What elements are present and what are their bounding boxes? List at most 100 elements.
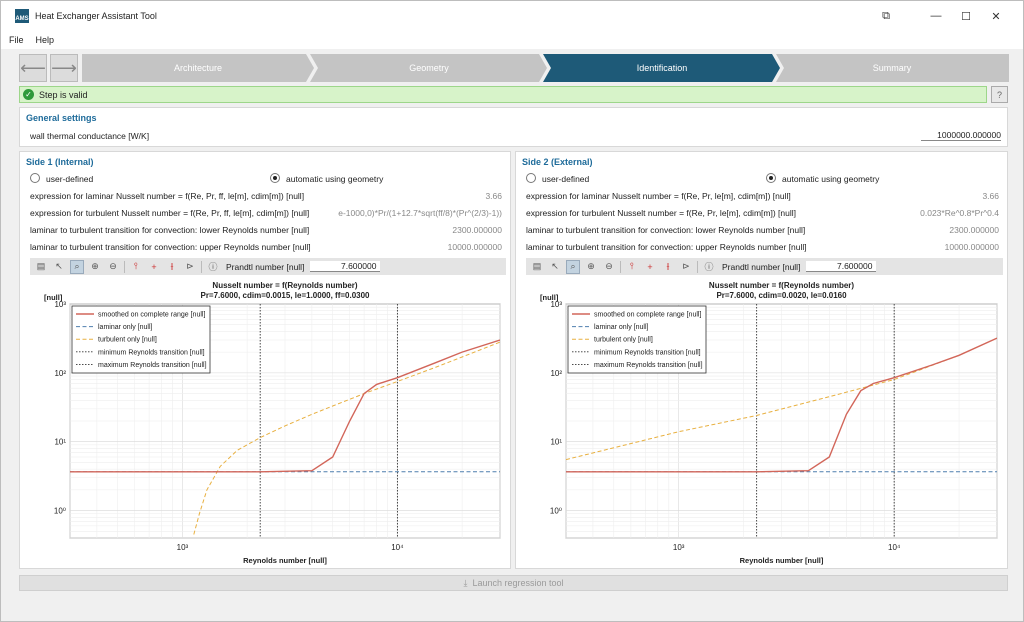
legend-entry: laminar only [null] [594,324,649,331]
side2-plot-toolbar: ▤ ↖ ⌕ ⊕ ⊖ ⫯ + ⫲ ⊳ ⓘ Prandtl number [null… [526,258,1003,275]
legend-entry: turbulent only [null] [98,337,157,344]
legend-entry: turbulent only [null] [594,337,653,344]
side1-turbulent-value[interactable]: e-1000,0)*Pr/(1+12.7*sqrt(ff/8)*(Pr^(2/3… [338,208,502,218]
y-tick-label: 10³ [550,300,562,309]
side2-radio-auto-label: automatic using geometry [782,174,880,184]
minimize-button[interactable]: — [919,1,953,31]
side1-radio-user-defined[interactable] [30,173,40,183]
side1-radio-user-label: user-defined [46,174,94,184]
side2-nusselt-chart[interactable]: Nusselt number = f(Reynolds number)Pr=7.… [526,278,1003,566]
side2-upper-re-label: laminar to turbulent transition for conv… [526,242,807,252]
y-tick-label: 10² [54,369,66,378]
side1-nusselt-chart[interactable]: Nusselt number = f(Reynolds number)Pr=7.… [30,278,506,566]
side2-turbulent-value[interactable]: 0.023*Re^0.8*Pr^0.4 [920,208,999,218]
side1-radio-auto-label: automatic using geometry [286,174,384,184]
y-tick-label: 10¹ [550,438,562,447]
zoom-out-icon[interactable]: ⊖ [602,260,616,274]
snap-icon[interactable]: ⧉ [869,1,903,31]
side2-upper-re-value[interactable]: 10000.000000 [945,242,999,252]
legend-entry: minimum Reynolds transition [null] [594,349,701,356]
chart-subtitle: Pr=7.6000, cdim=0.0015, le=1.0000, ff=0.… [200,291,370,300]
side1-laminar-value[interactable]: 3.66 [485,191,502,201]
side1-prandtl-field[interactable]: 7.600000 [310,261,381,272]
side1-radio-automatic[interactable] [270,173,280,183]
x-tick-label: 10⁴ [391,543,404,552]
wall-conductance-label: wall thermal conductance [W/K] [30,131,150,141]
vertical-marker-icon[interactable]: ⫯ [625,260,639,274]
marker-arrow-icon[interactable]: ⊳ [183,260,197,274]
side1-title: Side 1 (Internal) [26,157,94,167]
general-settings-panel: General settings wall thermal conductanc… [19,107,1008,147]
y-tick-label: 10¹ [54,438,66,447]
side1-plot-toolbar: ▤ ↖ ⌕ ⊕ ⊖ ⫯ + ⫲ ⊳ ⓘ Prandtl number [null… [30,258,506,275]
regression-tool-icon: ⤓ [463,577,468,588]
back-button[interactable]: ⟵ [19,54,47,82]
save-plot-icon[interactable]: ▤ [34,260,48,274]
chart-title: Nusselt number = f(Reynolds number) [709,281,854,290]
y-tick-label: 10⁰ [54,507,66,516]
close-button[interactable]: ✕ [979,1,1013,31]
save-plot-icon[interactable]: ▤ [530,260,544,274]
app-logo-icon: AMS [15,9,29,23]
double-marker-icon[interactable]: ⫲ [165,260,179,274]
zoom-in-icon[interactable]: ⊕ [88,260,102,274]
side2-radio-automatic[interactable] [766,173,776,183]
side2-turbulent-label: expression for turbulent Nusselt number … [526,208,796,218]
menu-help[interactable]: Help [36,35,55,45]
side2-panel: Side 2 (External) user-defined automatic… [515,151,1008,569]
step-geometry: Geometry [409,63,449,73]
launch-regression-button[interactable]: ⤓ Launch regression tool [19,575,1008,591]
zoom-in-icon[interactable]: ⊕ [584,260,598,274]
pointer-icon[interactable]: ↖ [52,260,66,274]
forward-button[interactable]: ⟶ [50,54,78,82]
side2-radio-user-defined[interactable] [526,173,536,183]
zoom-box-icon[interactable]: ⌕ [566,259,580,274]
side2-lower-re-label: laminar to turbulent transition for conv… [526,225,806,235]
zoom-box-icon[interactable]: ⌕ [70,259,84,274]
crosshair-icon[interactable]: + [147,260,161,274]
side1-upper-re-value[interactable]: 10000.000000 [448,242,502,252]
info-icon[interactable]: ⓘ [702,260,716,274]
x-tick-label: 10³ [177,543,189,552]
title-bar: AMS Heat Exchanger Assistant Tool ⧉ — ☐ … [1,1,1023,31]
legend-entry: maximum Reynolds transition [null] [594,362,703,369]
menu-file[interactable]: File [9,35,24,45]
arrow-right-icon: ⟶ [51,57,77,78]
legend-entry: laminar only [null] [98,324,153,331]
pointer-icon[interactable]: ↖ [548,260,562,274]
info-icon[interactable]: ⓘ [206,260,220,274]
side2-laminar-value[interactable]: 3.66 [982,191,999,201]
vertical-marker-icon[interactable]: ⫯ [129,260,143,274]
maximize-button[interactable]: ☐ [949,1,983,31]
step-summary: Summary [873,63,912,73]
crosshair-icon[interactable]: + [643,260,657,274]
double-marker-icon[interactable]: ⫲ [661,260,675,274]
x-axis-label: Reynolds number [null] [243,556,327,565]
side2-lower-re-value[interactable]: 2300.000000 [949,225,999,235]
x-tick-label: 10⁴ [888,543,901,552]
side1-turbulent-label: expression for turbulent Nusselt number … [30,208,310,218]
validation-bar: ✓ Step is valid [19,86,987,103]
wall-conductance-field[interactable]: 1000000.000000 [921,130,1001,141]
y-tick-label: 10² [550,369,562,378]
legend-entry: smoothed on complete range [null] [98,312,205,319]
x-axis-label: Reynolds number [null] [740,556,824,565]
zoom-out-icon[interactable]: ⊖ [106,260,120,274]
side1-panel: Side 1 (Internal) user-defined automatic… [19,151,511,569]
side1-prandtl-label: Prandtl number [null] [226,261,305,272]
chart-subtitle: Pr=7.6000, cdim=0.0020, le=0.0160 [716,291,847,300]
side1-upper-re-label: laminar to turbulent transition for conv… [30,242,311,252]
y-tick-label: 10⁰ [550,507,562,516]
toolbar-separator [201,260,202,273]
help-button[interactable]: ? [991,86,1008,103]
launch-regression-label: Launch regression tool [472,578,564,588]
marker-arrow-icon[interactable]: ⊳ [679,260,693,274]
side2-prandtl-label: Prandtl number [null] [722,261,801,272]
side1-lower-re-label: laminar to turbulent transition for conv… [30,225,310,235]
step-identification: Identification [637,63,688,73]
legend-entry: minimum Reynolds transition [null] [98,349,205,356]
side1-lower-re-value[interactable]: 2300.000000 [452,225,502,235]
menu-bar: File Help [1,31,1023,49]
side2-prandtl-field[interactable]: 7.600000 [806,261,877,272]
app-window: AMS Heat Exchanger Assistant Tool ⧉ — ☐ … [0,0,1024,622]
